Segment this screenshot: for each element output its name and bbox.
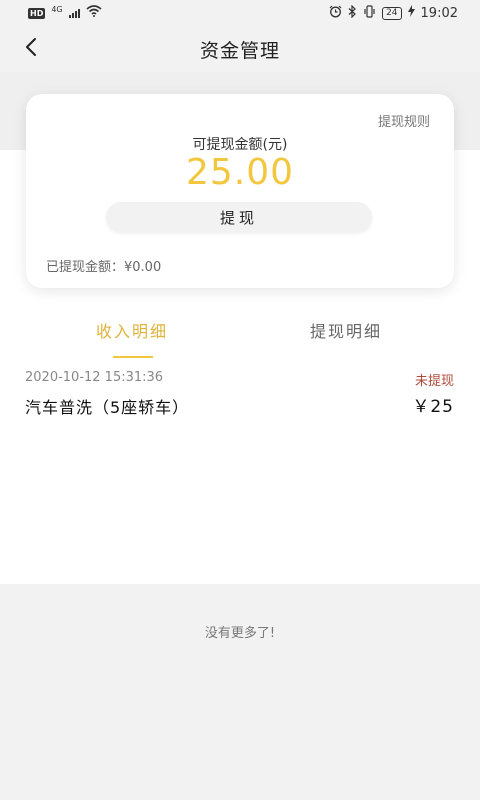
chevron-left-icon <box>24 37 38 61</box>
battery-level: 24 <box>382 6 402 20</box>
signal-icon <box>68 8 80 18</box>
back-button[interactable] <box>14 32 48 66</box>
clock-time: 19:02 <box>420 5 458 21</box>
tab-income-details[interactable]: 收入明细 <box>42 318 222 342</box>
record-status: 未提现 <box>414 374 454 389</box>
record-title: 汽车普洗（5座轿车） <box>25 398 190 417</box>
alarm-icon <box>329 5 342 22</box>
bluetooth-icon <box>348 4 357 22</box>
withdrawn-amount-text: 已提现金额：¥0.00 <box>46 260 162 275</box>
status-left: HD 4G <box>28 5 102 21</box>
status-right: 24 19:02 <box>329 4 458 22</box>
nav-bar: 资金管理 <box>0 26 480 72</box>
charging-icon <box>407 5 415 21</box>
withdraw-button[interactable]: 提现 <box>106 202 372 232</box>
no-more-text: 没有更多了! <box>204 626 276 641</box>
available-amount-value: 25.00 <box>185 152 295 193</box>
network-type: 4G <box>51 4 63 14</box>
income-record-row[interactable]: 2020-10-12 15:31:36 汽车普洗（5座轿车） 未提现 ￥25 <box>0 364 480 424</box>
wifi-icon <box>86 5 102 21</box>
status-bar: HD 4G 24 19:02 <box>0 0 480 26</box>
withdraw-rules-link[interactable]: 提现规则 <box>378 111 430 130</box>
balance-card: 提现规则 可提现金额(元) 25.00 提现 已提现金额：¥0.00 <box>26 94 454 288</box>
hd-badge: HD <box>28 7 46 19</box>
record-time: 2020-10-12 15:31:36 <box>25 370 164 385</box>
tab-withdraw-details[interactable]: 提现明细 <box>256 318 436 342</box>
active-tab-indicator <box>113 356 153 358</box>
record-amount: ￥25 <box>412 397 454 417</box>
page-title: 资金管理 <box>199 39 280 62</box>
detail-tabs: 收入明细 提现明细 <box>0 318 480 362</box>
available-amount-label: 可提现金额(元) <box>192 137 288 153</box>
vibrate-icon <box>363 4 376 22</box>
